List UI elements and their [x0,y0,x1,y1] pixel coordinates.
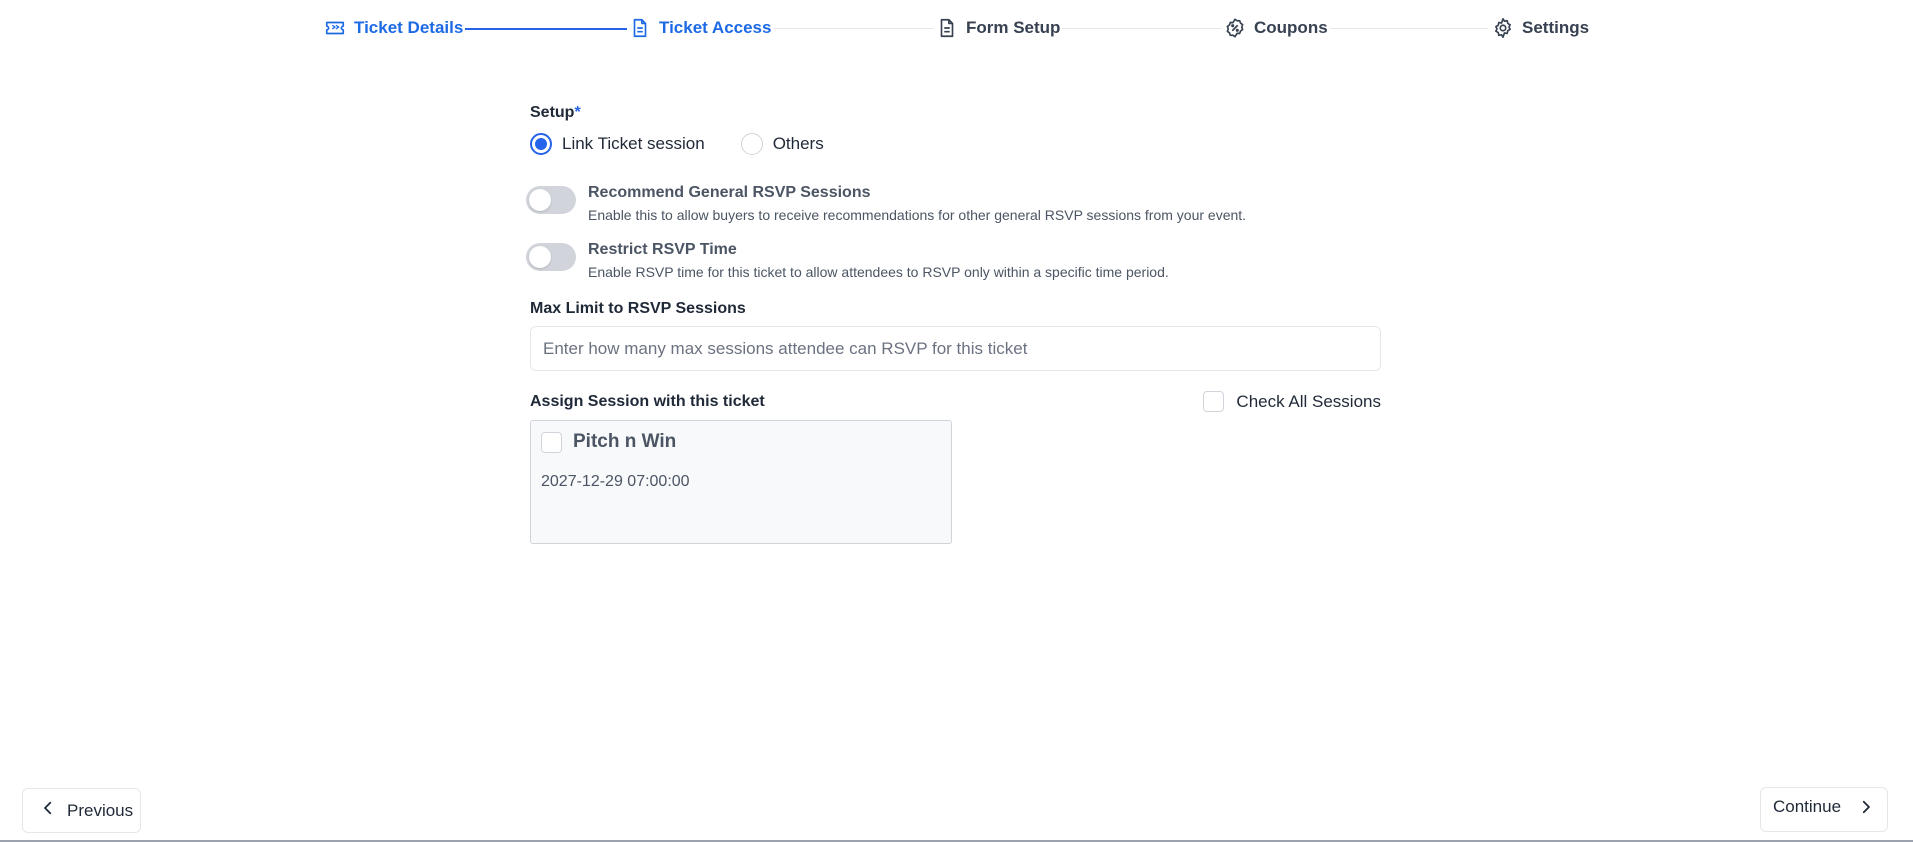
setup-label: Setup* [530,104,581,121]
radio-link-ticket-session[interactable]: Link Ticket session [530,133,705,155]
toggle-row-recommend-rsvp: Recommend General RSVP Sessions Enable t… [526,184,1381,223]
check-all-sessions[interactable]: Check All Sessions [1203,391,1381,412]
radio-label: Others [772,134,824,153]
max-limit-label: Max Limit to RSVP Sessions [530,300,746,317]
progress-stepper: Ticket Details Ticket Access Form Setup … [0,0,1913,56]
document-icon [936,17,958,39]
step-connector-completed [460,28,628,30]
chevron-left-icon [39,799,57,822]
radio-button-checked[interactable] [530,133,552,155]
toggle-title: Restrict RSVP Time [588,241,737,258]
step-label: Form Setup [966,18,1061,37]
step-label: Ticket Access [659,18,772,37]
assign-session-header: Assign Session with this ticket Check Al… [530,391,1381,412]
step-label: Coupons [1254,18,1328,37]
continue-label: Continue [1773,796,1842,816]
required-asterisk: * [574,104,581,121]
chevron-right-icon [1857,798,1875,821]
radio-label: Link Ticket session [562,134,705,153]
step-coupons[interactable]: Coupons [1222,17,1330,39]
step-ticket-details[interactable]: Ticket Details [322,17,466,39]
gear-icon [1492,17,1514,39]
session-datetime: 2027-12-29 07:00:00 [541,473,690,490]
toggle-description: Enable this to allow buyers to receive r… [588,207,1247,223]
step-connector [1054,28,1224,29]
step-connector [1324,28,1488,29]
session-checkbox[interactable] [541,431,562,453]
toggle-recommend-rsvp[interactable] [526,186,576,214]
step-label: Settings [1522,18,1590,37]
previous-label: Previous [67,800,134,820]
toggle-description: Enable RSVP time for this ticket to allo… [588,264,1169,280]
continue-button[interactable]: Continue [1760,787,1888,832]
ticket-icon [324,17,346,39]
discount-badge-icon [1224,17,1246,39]
document-icon [629,17,651,39]
check-all-checkbox[interactable] [1203,391,1225,412]
toggle-restrict-rsvp-time[interactable] [526,243,576,271]
step-connector [766,28,938,29]
previous-button[interactable]: Previous [22,788,141,833]
step-form-setup[interactable]: Form Setup [934,17,1063,39]
session-title: Pitch n Win [573,431,677,452]
radio-others[interactable]: Others [740,133,824,155]
assign-session-label: Assign Session with this ticket [530,392,765,410]
check-all-label: Check All Sessions [1236,391,1381,411]
setup-radio-group: Link Ticket session Others [530,130,1381,158]
max-limit-input[interactable] [530,326,1381,371]
toggle-title: Recommend General RSVP Sessions [588,184,871,201]
session-card[interactable]: Pitch n Win 2027-12-29 07:00:00 [530,420,952,544]
step-label: Ticket Details [354,18,464,37]
ticket-access-form: Setup* Link Ticket session Others Recomm… [526,104,1381,544]
toggle-row-restrict-rsvp-time: Restrict RSVP Time Enable RSVP time for … [526,241,1381,280]
step-ticket-access[interactable]: Ticket Access [627,17,774,39]
step-settings[interactable]: Settings [1490,17,1592,39]
radio-button[interactable] [740,133,763,155]
